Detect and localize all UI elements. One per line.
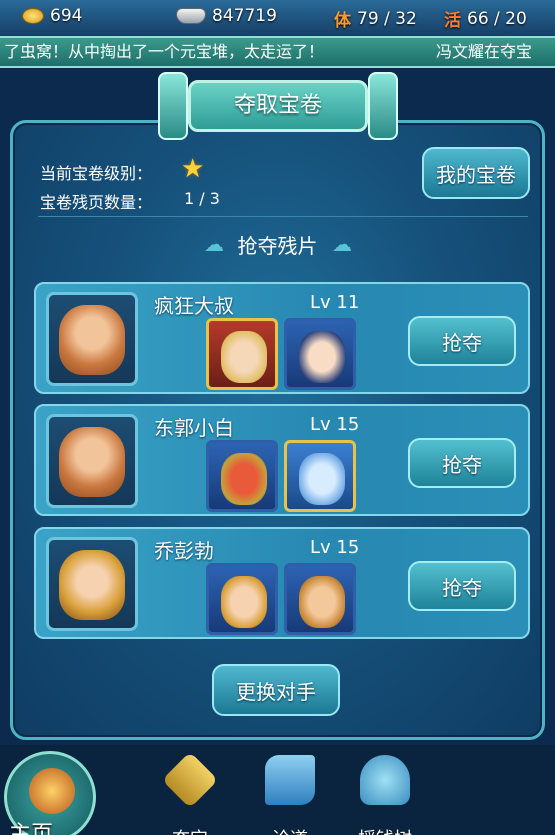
scroll-level-label: 当前宝卷级别：	[40, 164, 153, 183]
gourd-icon	[29, 768, 75, 814]
grab-button[interactable]: 抢夺	[408, 561, 516, 611]
stamina-amount: 79 / 32	[357, 8, 417, 29]
hero-card[interactable]	[284, 563, 356, 635]
crossed-swords-icon	[161, 751, 219, 809]
avatar-face-icon	[59, 305, 125, 375]
scroll-roll-left-icon	[158, 72, 188, 140]
silver-ingot-icon	[176, 8, 206, 24]
opponent-row: 疯狂大叔 Lv 11 抢夺	[34, 282, 530, 394]
opponent-avatar[interactable]	[46, 292, 138, 386]
opponent-name: 东郭小白	[154, 416, 234, 440]
hero-portrait-icon	[221, 331, 267, 383]
home-button[interactable]: 主页	[4, 751, 96, 835]
scroll-roll-right-icon	[368, 72, 398, 140]
hero-portrait-icon	[221, 453, 267, 505]
divider	[38, 216, 528, 217]
resource-bar: 694 847719 体 79 / 32 活 66 / 20	[0, 0, 555, 36]
nav-item-treasure[interactable]: 夺宝	[150, 751, 230, 835]
bottom-nav: 主页 夺宝 论道 摇钱树	[0, 745, 555, 835]
title-scroll-body: 夺取宝卷	[188, 80, 368, 132]
hero-portrait-icon	[299, 576, 345, 628]
home-label: 主页	[9, 822, 54, 835]
nav-label: 论道	[250, 825, 330, 835]
grab-button[interactable]: 抢夺	[408, 438, 516, 488]
hero-card[interactable]	[284, 440, 356, 512]
vitality-amount: 66 / 20	[467, 8, 527, 29]
change-opponent-button[interactable]: 更换对手	[212, 664, 340, 716]
stamina-resource: 体 79 / 32	[334, 6, 417, 32]
fragment-count: 1 / 3	[184, 189, 220, 208]
ticker-message: 冯文耀在夺宝	[436, 42, 533, 61]
ticker-message: 了虫窝！从中掏出了一个元宝堆，太走运了！	[4, 42, 325, 61]
vitality-resource: 活 66 / 20	[444, 6, 527, 32]
opponent-row: 乔彭勃 Lv 15 抢夺	[34, 527, 530, 639]
section-title: 抢夺残片	[237, 234, 318, 258]
gold-coin-icon	[22, 8, 44, 24]
opponent-name: 乔彭勃	[154, 539, 214, 563]
gold-amount: 694	[50, 6, 83, 26]
nav-label: 摇钱树	[345, 825, 425, 835]
avatar-face-icon	[59, 427, 125, 497]
hero-portrait-icon	[299, 331, 345, 383]
silver-amount: 847719	[212, 6, 277, 26]
hero-card[interactable]	[284, 318, 356, 390]
star-icon: ★	[181, 154, 205, 184]
scroll-icon	[265, 755, 315, 805]
hero-portrait-icon	[221, 576, 267, 628]
nav-item-money-tree[interactable]: 摇钱树	[345, 755, 425, 835]
opponent-name: 疯狂大叔	[154, 294, 234, 318]
opponent-avatar[interactable]	[46, 414, 138, 508]
opponent-avatar[interactable]	[46, 537, 138, 631]
grab-button[interactable]: 抢夺	[408, 316, 516, 366]
opponent-level: Lv 11	[310, 292, 360, 313]
nav-item-debate[interactable]: 论道	[250, 755, 330, 835]
money-tree-icon	[360, 755, 410, 805]
silver-resource: 847719	[176, 6, 277, 26]
opponent-level: Lv 15	[310, 537, 360, 558]
opponent-row: 东郭小白 Lv 15 抢夺	[34, 404, 530, 516]
page-title: 夺取宝卷	[233, 93, 322, 118]
my-scroll-button[interactable]: 我的宝卷	[422, 147, 530, 199]
nav-label: 夺宝	[150, 825, 230, 835]
gold-resource: 694	[22, 6, 82, 26]
hero-card[interactable]	[206, 563, 278, 635]
cloud-ornament-right-icon: ☁	[332, 232, 352, 256]
opponent-level: Lv 15	[310, 414, 360, 435]
stamina-icon: 体	[334, 11, 351, 31]
hero-portrait-icon	[299, 453, 345, 505]
title-scroll: 夺取宝卷	[158, 70, 398, 142]
vitality-icon: 活	[444, 11, 461, 31]
announcement-ticker: 了虫窝！从中掏出了一个元宝堆，太走运了！ 冯文耀在夺宝	[0, 36, 555, 68]
avatar-face-icon	[59, 550, 125, 620]
hero-card[interactable]	[206, 318, 278, 390]
fragment-count-label: 宝卷残页数量：	[40, 193, 153, 212]
hero-card[interactable]	[206, 440, 278, 512]
